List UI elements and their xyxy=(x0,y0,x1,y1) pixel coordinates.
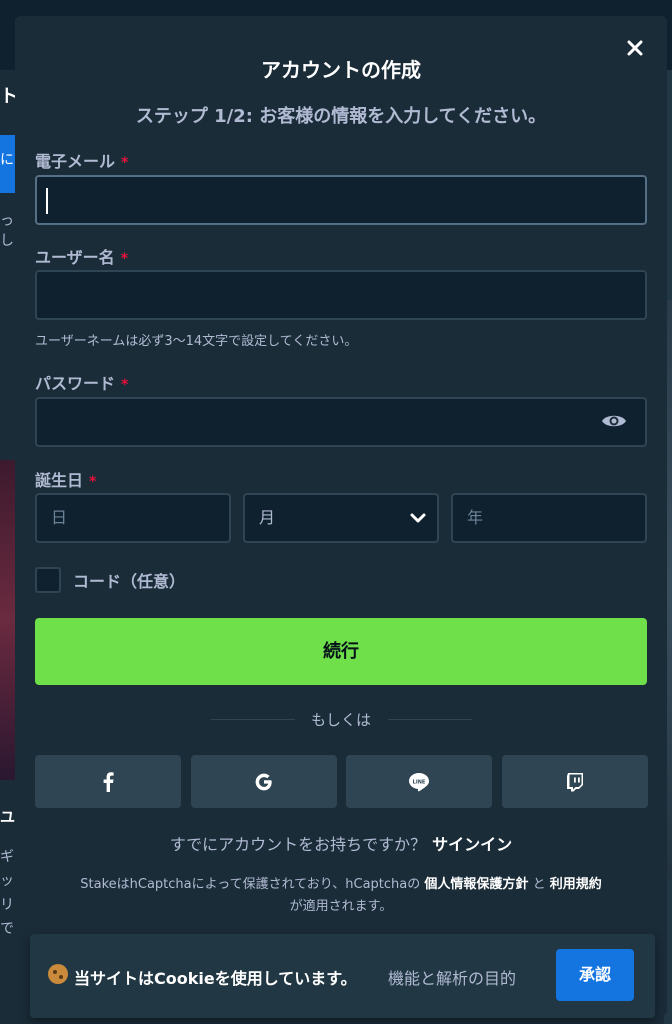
privacy-policy-link[interactable]: 個人情報保護方針 xyxy=(424,877,528,892)
modal-title: アカウントの作成 xyxy=(261,58,421,82)
username-label-text: ユーザー名 xyxy=(35,248,115,267)
signin-row: すでにアカウントをお持ちですか？ サインイン xyxy=(15,831,667,855)
dob-year-placeholder: 年 xyxy=(467,508,484,527)
dob-day-placeholder: 日 xyxy=(51,508,68,527)
password-label: パスワード * xyxy=(35,370,128,394)
chevron-down-icon xyxy=(410,513,426,523)
google-login-button[interactable] xyxy=(191,755,337,808)
text-cursor xyxy=(46,188,48,214)
required-mark: * xyxy=(121,155,129,171)
legal-notice: StakeはhCaptchaによって保護されており、hCaptchaの 個人情報… xyxy=(35,874,647,918)
code-checkbox-label[interactable]: コード（任意） xyxy=(73,568,185,592)
legal-suffix: が適用されます。 xyxy=(289,899,393,914)
cookie-purpose-link[interactable]: 機能と解析の目的 xyxy=(388,965,516,989)
email-label: 電子メール * xyxy=(35,148,128,172)
line-login-button[interactable]: LINE xyxy=(346,755,492,808)
background-glyph: ッ xyxy=(0,873,14,889)
background-glyph: に xyxy=(0,152,14,168)
signin-prompt: すでにアカウントをお持ちですか？ xyxy=(169,835,427,854)
dob-month-select[interactable]: 月 xyxy=(243,493,439,543)
dob-label: 誕生日 * xyxy=(35,467,96,491)
step-indicator: ステップ 1/2: お客様の情報を入力してください。 xyxy=(135,106,547,127)
line-icon: LINE xyxy=(409,772,429,791)
background-glyph: ユ xyxy=(0,808,16,826)
line-icon-text: LINE xyxy=(413,779,426,785)
password-input[interactable] xyxy=(35,397,647,447)
cookie-banner: 当サイトはCookieを使用しています。 機能と解析の目的 承認 xyxy=(30,934,655,1018)
username-label: ユーザー名 * xyxy=(35,244,128,268)
facebook-icon xyxy=(103,771,114,792)
username-input[interactable] xyxy=(35,270,647,320)
password-label-text: パスワード xyxy=(35,374,116,393)
cookie-message: 当サイトはCookieを使用しています。 xyxy=(74,969,357,988)
cookie-accept-button[interactable]: 承認 xyxy=(556,949,634,1001)
close-button[interactable] xyxy=(623,36,647,60)
terms-link[interactable]: 利用規約 xyxy=(550,877,602,892)
email-input[interactable] xyxy=(35,175,647,225)
background-glyph: ギ xyxy=(0,849,14,865)
username-hint: ユーザーネームは必ず3〜14文字で設定してください。 xyxy=(35,334,358,349)
facebook-login-button[interactable] xyxy=(35,755,181,808)
background-glyph: で xyxy=(0,921,14,937)
required-mark: * xyxy=(121,377,129,393)
signin-link[interactable]: サインイン xyxy=(432,835,512,854)
dob-month-placeholder: 月 xyxy=(259,508,276,527)
legal-and: と xyxy=(532,877,546,892)
legal-prefix: StakeはhCaptchaによって保護されており、hCaptchaの xyxy=(80,877,421,892)
eye-icon[interactable] xyxy=(601,412,627,430)
required-mark: * xyxy=(120,251,129,267)
email-label-text: 電子メール xyxy=(35,152,116,171)
background-glyph: っし xyxy=(0,213,14,249)
dob-day-input[interactable]: 日 xyxy=(35,493,231,543)
dob-year-input[interactable]: 年 xyxy=(451,493,647,543)
background-glyph: リ xyxy=(0,897,14,913)
dob-label-text: 誕生日 xyxy=(35,471,84,490)
cookie-icon xyxy=(48,964,68,984)
twitch-icon xyxy=(567,772,583,791)
or-divider-text: もしくは xyxy=(310,711,371,729)
close-icon xyxy=(627,40,643,56)
background-blue-block: に xyxy=(0,135,16,193)
continue-button[interactable]: 続行 xyxy=(35,618,647,685)
code-checkbox[interactable] xyxy=(35,567,61,593)
background-left-edge: ト に っし ユ ギ ッ リ で xyxy=(0,70,18,1024)
background-art xyxy=(0,460,16,780)
google-icon xyxy=(255,773,272,790)
register-modal: アカウントの作成 ステップ 1/2: お客様の情報を入力してください。 電子メー… xyxy=(15,16,667,1016)
required-mark: * xyxy=(89,474,97,490)
twitch-login-button[interactable] xyxy=(502,755,648,808)
